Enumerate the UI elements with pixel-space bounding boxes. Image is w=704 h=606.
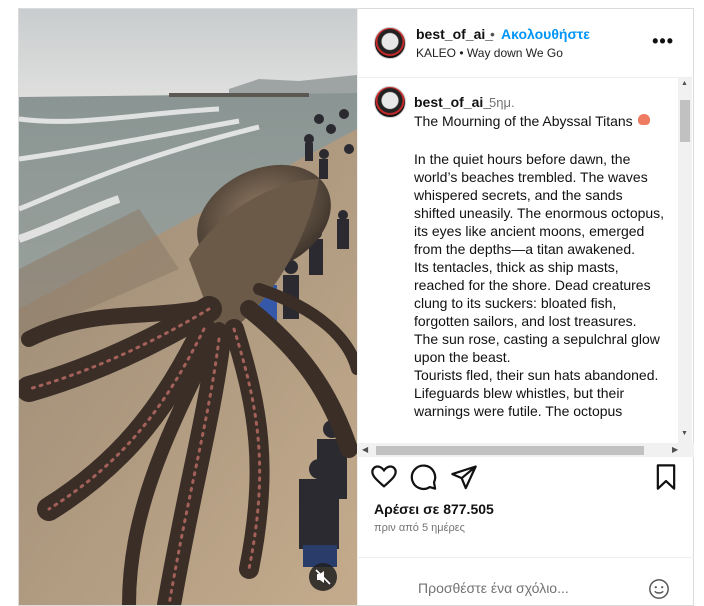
- comment-input[interactable]: Προσθέστε ένα σχόλιο...: [418, 580, 569, 596]
- post-header: best_of_ai_ • Ακολουθήστε KALEO • Way do…: [358, 9, 694, 78]
- more-options-icon[interactable]: •••: [652, 31, 674, 52]
- caption-avatar[interactable]: [374, 86, 406, 118]
- scroll-right-icon[interactable]: ▶: [672, 445, 678, 454]
- follow-button[interactable]: Ακολουθήστε: [501, 26, 590, 42]
- post-date[interactable]: πριν από 5 ημέρες: [374, 522, 465, 534]
- scroll-down-icon[interactable]: ▼: [681, 430, 688, 437]
- avatar[interactable]: [374, 27, 406, 59]
- action-bar: [358, 457, 694, 497]
- caption-horizontal-scrollbar[interactable]: ◀ ▶: [358, 443, 694, 457]
- scroll-left-icon[interactable]: ◀: [362, 445, 368, 454]
- separator-dot: •: [490, 26, 495, 42]
- scroll-up-icon[interactable]: ▲: [681, 80, 688, 87]
- caption-username[interactable]: best_of_ai_: [414, 94, 491, 110]
- mute-button[interactable]: [309, 563, 337, 591]
- caption-body: In the quiet hours before dawn, the worl…: [414, 151, 665, 419]
- octopus-beach-image: [19, 9, 357, 605]
- vertical-scroll-thumb[interactable]: [680, 100, 690, 142]
- likes-count[interactable]: Αρέσει σε 877.505: [374, 501, 494, 517]
- horizontal-scroll-thumb[interactable]: [376, 446, 644, 455]
- emoji-icon[interactable]: [648, 578, 670, 600]
- comment-box: Προσθέστε ένα σχόλιο...: [358, 557, 694, 606]
- username-link[interactable]: best_of_ai_: [416, 26, 493, 42]
- heart-icon[interactable]: [370, 463, 398, 491]
- octopus-emoji-icon: [638, 114, 650, 125]
- caption-vertical-scrollbar[interactable]: ▲ ▼: [678, 78, 692, 443]
- speaker-muted-icon: [315, 569, 331, 585]
- post-dialog: best_of_ai_ • Ακολουθήστε KALEO • Way do…: [18, 8, 694, 606]
- audio-track-link[interactable]: KALEO • Way down We Go: [416, 46, 563, 60]
- paper-plane-icon[interactable]: [450, 463, 478, 491]
- comment-icon[interactable]: [410, 463, 438, 491]
- caption-title: The Mourning of the Abyssal Titans: [414, 113, 633, 129]
- bookmark-icon[interactable]: [652, 463, 680, 491]
- caption-timestamp[interactable]: 5ημ.: [489, 95, 515, 110]
- caption-area: best_of_ai_ 5ημ. The Mourning of the Aby…: [358, 78, 694, 443]
- post-side-panel: best_of_ai_ • Ακολουθήστε KALEO • Way do…: [357, 9, 694, 605]
- post-image[interactable]: [19, 9, 357, 605]
